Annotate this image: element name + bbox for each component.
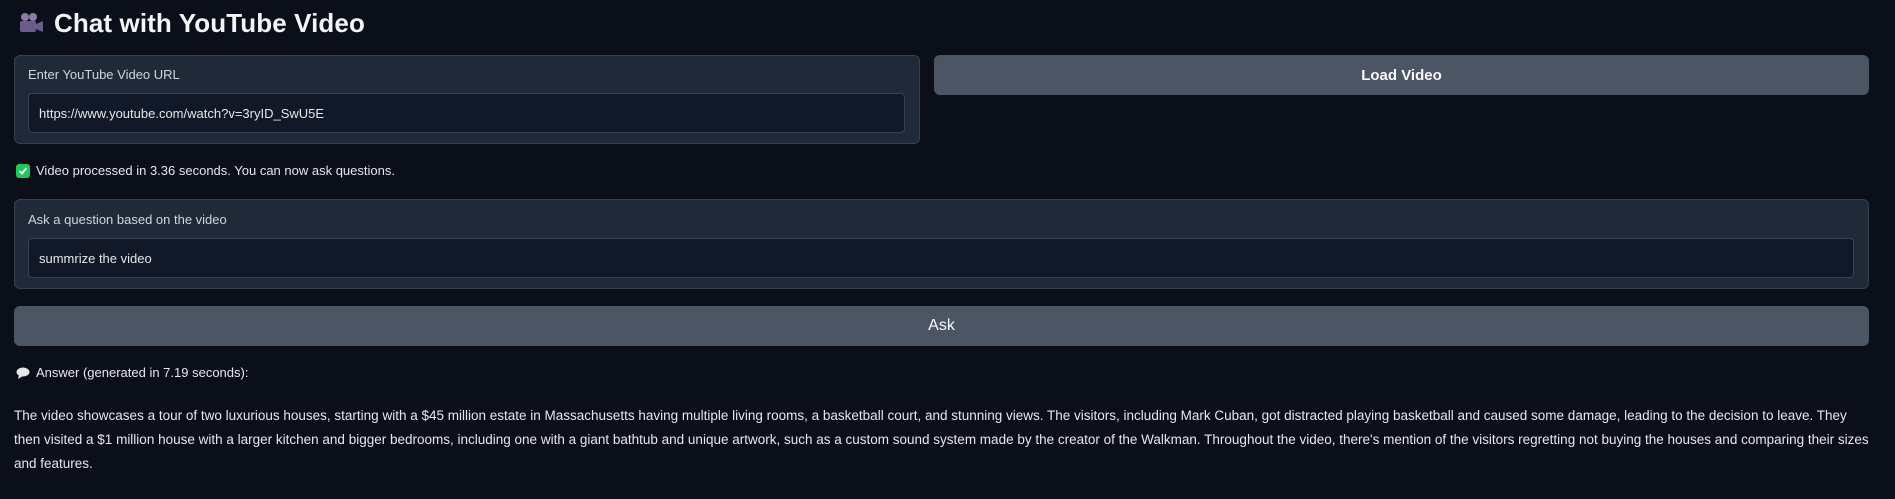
- load-video-button-label: Load Video: [1361, 66, 1442, 84]
- url-input[interactable]: [28, 93, 905, 133]
- question-input[interactable]: [28, 238, 1854, 278]
- status-message: Video processed in 3.36 seconds. You can…: [16, 163, 395, 178]
- ask-button-label: Ask: [928, 317, 955, 334]
- status-text: Video processed in 3.36 seconds. You can…: [36, 163, 395, 178]
- speech-bubble-icon: [16, 367, 30, 379]
- answer-header-text: Answer (generated in 7.19 seconds):: [36, 365, 249, 380]
- answer-header: Answer (generated in 7.19 seconds):: [16, 365, 248, 380]
- load-video-button[interactable]: Load Video: [934, 55, 1869, 95]
- question-panel: Ask a question based on the video: [14, 199, 1869, 289]
- check-icon: [16, 163, 30, 178]
- url-label: Enter YouTube Video URL: [28, 67, 180, 82]
- question-label: Ask a question based on the video: [28, 212, 227, 227]
- movie-camera-icon: [18, 12, 44, 34]
- url-panel: Enter YouTube Video URL: [14, 55, 920, 144]
- title-row: Chat with YouTube Video: [18, 6, 365, 40]
- page-title: Chat with YouTube Video: [54, 7, 365, 38]
- app-root: Chat with YouTube Video Enter YouTube Vi…: [0, 0, 1895, 499]
- ask-button[interactable]: Ask: [14, 306, 1869, 346]
- answer-text: The video showcases a tour of two luxuri…: [14, 408, 1869, 471]
